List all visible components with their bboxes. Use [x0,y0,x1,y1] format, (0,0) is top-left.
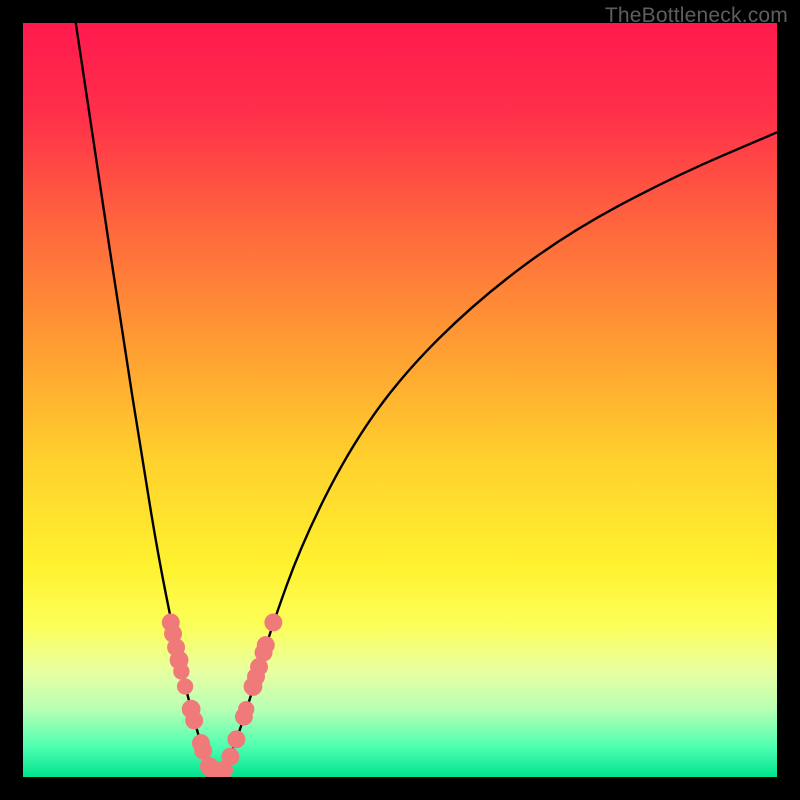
curve-layer [23,23,777,777]
data-marker [221,748,239,766]
data-marker [238,701,254,717]
data-marker [257,636,275,654]
plot-area [23,23,777,777]
curve-left-curve [76,23,212,771]
data-marker [227,730,245,748]
curve-right-curve [223,132,777,771]
data-marker [264,613,282,631]
data-marker [173,663,189,679]
data-marker [194,742,212,760]
watermark-text: TheBottleneck.com [605,4,788,28]
data-marker [185,711,203,729]
chart-frame: TheBottleneck.com [0,0,800,800]
data-marker [177,678,193,694]
